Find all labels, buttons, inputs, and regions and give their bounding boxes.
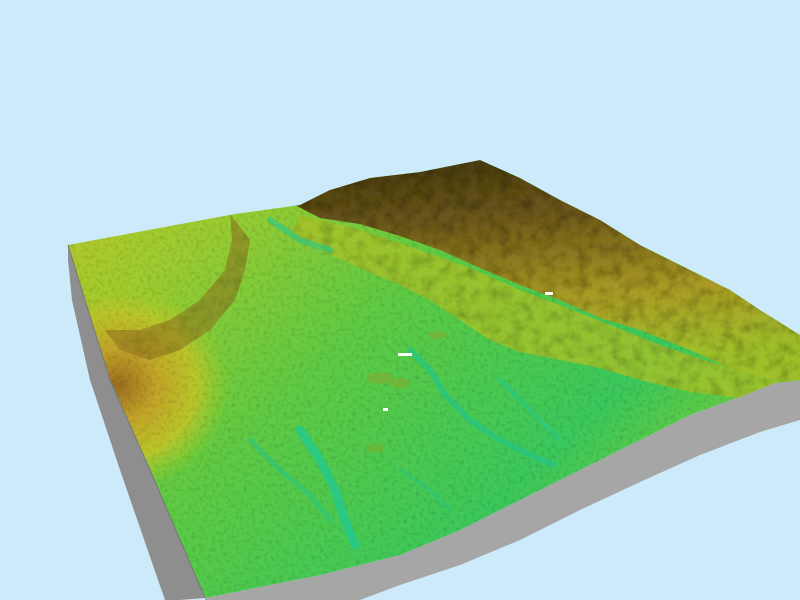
terrain-3d-view[interactable] [0, 0, 800, 600]
terrain-viewport[interactable] [0, 0, 800, 600]
